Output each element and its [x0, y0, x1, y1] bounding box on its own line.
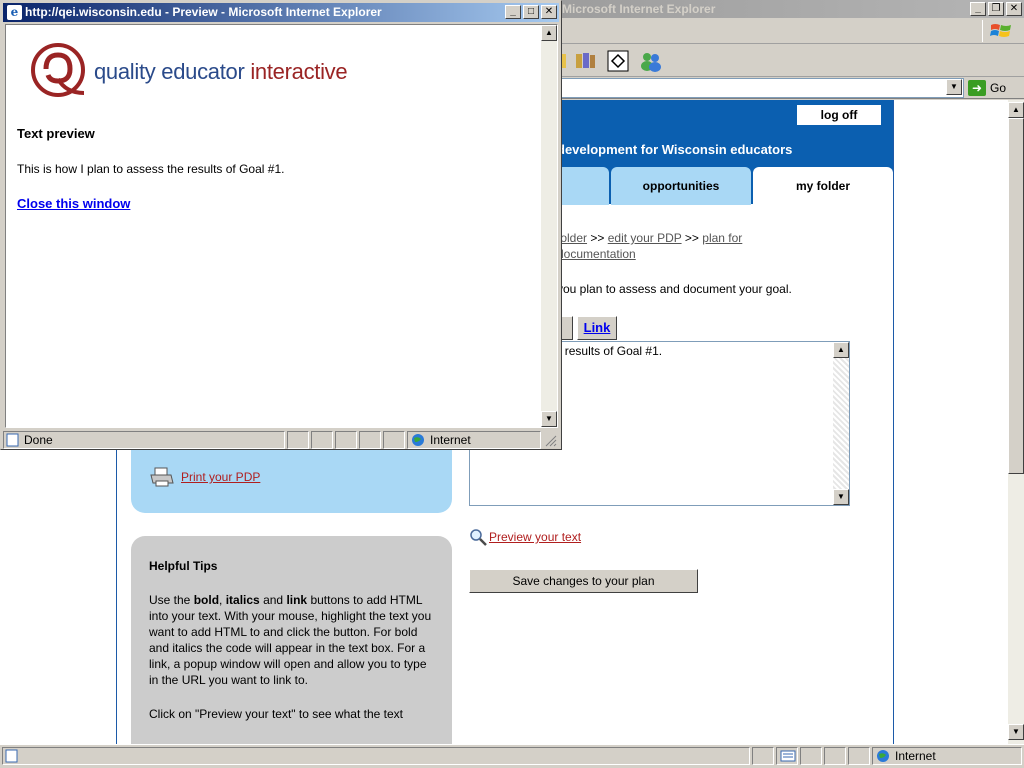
close-window-button[interactable]: ✕ [1006, 2, 1022, 16]
go-label: Go [990, 81, 1007, 95]
preview-text-link[interactable]: Preview your text [469, 528, 581, 546]
breadcrumb-documentation[interactable]: documentation [557, 247, 636, 261]
popup-title: http://qei.wisconsin.edu - Preview - Mic… [25, 5, 382, 19]
status-panel [311, 431, 333, 449]
status-panel [383, 431, 405, 449]
preview-popup-window: e http://qei.wisconsin.edu - Preview - M… [0, 0, 562, 450]
main-status-bar: Internet [0, 744, 1024, 768]
print-pdp-link[interactable]: Print your PDP [149, 466, 260, 488]
page-scrollbar[interactable]: ▲ ▼ [1008, 100, 1024, 744]
breadcrumb: folder >> edit your PDP >> plan for docu… [557, 230, 877, 262]
helpful-tips-panel: Helpful Tips Use the bold, italics and l… [131, 536, 452, 744]
page-icon [6, 433, 19, 447]
address-input[interactable] [560, 78, 964, 98]
main-window-title: Microsoft Internet Explorer [562, 2, 716, 16]
popup-minimize-button[interactable]: _ [505, 5, 521, 19]
restore-button[interactable]: ❐ [988, 2, 1004, 16]
site-tagline: development for Wisconsin educators [557, 142, 793, 157]
breadcrumb-edit-pdp[interactable]: edit your PDP [608, 231, 682, 245]
popup-content: quality educator interactive Text previe… [5, 24, 558, 428]
status-panel [287, 431, 309, 449]
status-panel [776, 747, 798, 765]
popup-title-bar: e http://qei.wisconsin.edu - Preview - M… [3, 3, 559, 22]
status-panel [752, 747, 774, 765]
scroll-up-arrow[interactable]: ▲ [1008, 102, 1024, 118]
preview-link-label[interactable]: Preview your text [489, 530, 581, 544]
scroll-up-arrow[interactable]: ▲ [833, 342, 849, 358]
printer-icon [150, 467, 174, 487]
status-panel [335, 431, 357, 449]
save-changes-button[interactable]: Save changes to your plan [469, 569, 698, 593]
status-panel [824, 747, 846, 765]
tab-my-folder[interactable]: my folder [753, 167, 893, 205]
tab-partial[interactable] [557, 167, 609, 205]
logo-text: quality educator interactive [94, 59, 348, 84]
textarea-scrollbar[interactable]: ▲ ▼ [833, 342, 849, 505]
popup-scrollbar[interactable]: ▲ ▼ [541, 25, 557, 427]
close-window-link[interactable]: Close this window [17, 196, 130, 211]
print-link-label[interactable]: Print your PDP [181, 470, 260, 484]
breadcrumb-separator: >> [684, 231, 699, 245]
media-icon[interactable] [607, 50, 629, 72]
zone-label: Internet [895, 749, 936, 763]
popup-status-text-panel: Done [3, 431, 285, 449]
messenger-icon[interactable] [639, 50, 661, 72]
scroll-up-arrow[interactable]: ▲ [541, 25, 557, 41]
instruction-text: you plan to assess and document your goa… [557, 282, 792, 296]
status-panel [848, 747, 870, 765]
scroll-down-arrow[interactable]: ▼ [833, 489, 849, 505]
status-text-panel [2, 747, 750, 765]
go-button[interactable]: ➜ Go [968, 78, 1006, 98]
tips-paragraph-1: Use the bold, italics and link buttons t… [149, 593, 432, 687]
popup-status-text: Done [24, 433, 53, 447]
popup-zone-label: Internet [430, 433, 471, 447]
tips-body: Use the bold, italics and link buttons t… [149, 592, 434, 722]
link-button[interactable]: Link [577, 316, 617, 340]
popup-status-bar: Done Internet [3, 429, 559, 449]
qei-logo: quality educator interactive [28, 41, 348, 103]
globe-icon [412, 434, 424, 446]
zone-panel: Internet [872, 747, 1022, 765]
page-icon [5, 749, 18, 763]
scroll-down-arrow[interactable]: ▼ [1008, 724, 1024, 740]
popup-maximize-button[interactable]: □ [523, 5, 539, 19]
magnifier-icon [470, 529, 487, 546]
progress-icon [780, 750, 796, 762]
minimize-button[interactable]: _ [970, 2, 986, 16]
popup-zone-panel: Internet [407, 431, 541, 449]
popup-close-button[interactable]: ✕ [541, 5, 557, 19]
logoff-button[interactable]: log off [797, 105, 881, 125]
windows-logo-icon [982, 20, 1018, 42]
scroll-thumb[interactable] [1008, 118, 1024, 474]
address-dropdown-button[interactable]: ▼ [946, 79, 962, 95]
status-panel [359, 431, 381, 449]
status-panel [800, 747, 822, 765]
q-logo-icon [31, 43, 85, 97]
preview-body-text: This is how I plan to assess the results… [17, 162, 285, 176]
tips-title: Helpful Tips [149, 559, 218, 573]
breadcrumb-plan-for[interactable]: plan for [702, 231, 742, 245]
tab-opportunities[interactable]: opportunities [611, 167, 751, 205]
tips-paragraph-2: Click on "Preview your text" to see what… [149, 707, 403, 721]
go-arrow-icon: ➜ [968, 80, 986, 96]
ie-icon: e [7, 5, 22, 20]
preview-heading: Text preview [17, 126, 95, 141]
globe-icon [877, 750, 889, 762]
breadcrumb-separator: >> [590, 231, 605, 245]
scroll-down-arrow[interactable]: ▼ [541, 411, 557, 427]
resize-grip-icon[interactable] [545, 435, 557, 447]
history-icon[interactable] [574, 50, 596, 72]
